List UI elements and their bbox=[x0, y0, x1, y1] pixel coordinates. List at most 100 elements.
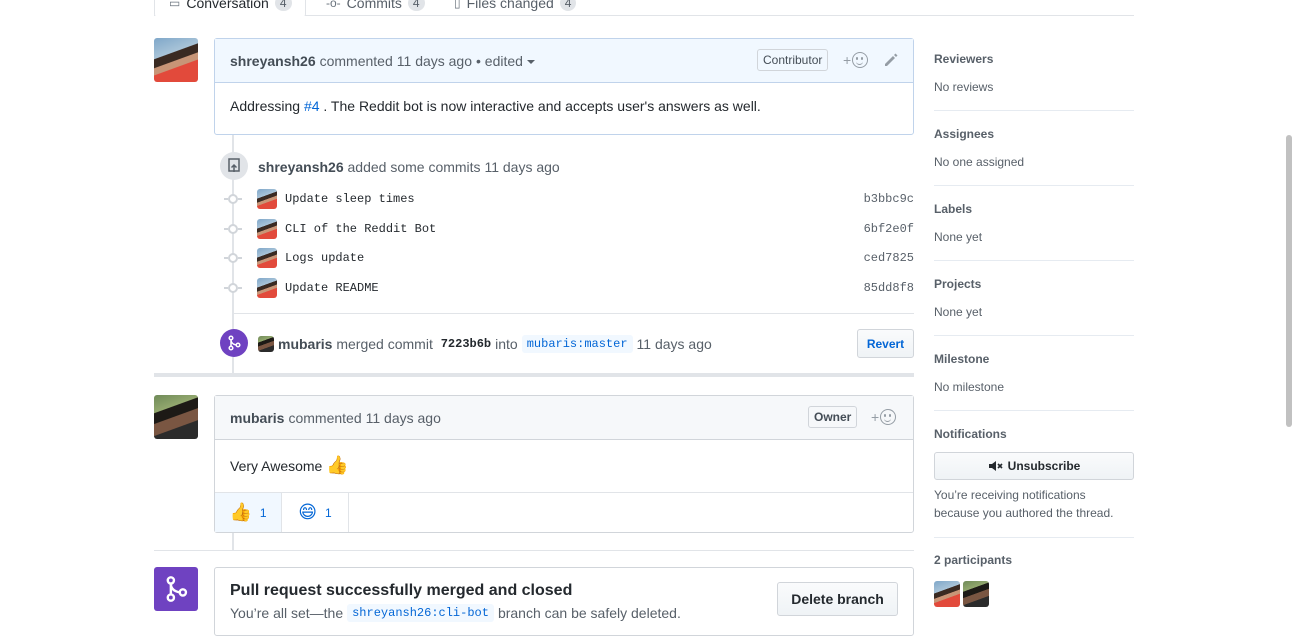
sidebar-heading[interactable]: Labels bbox=[934, 202, 1134, 216]
event-time[interactable]: 11 days ago bbox=[484, 159, 559, 175]
sidebar-heading[interactable]: Milestone bbox=[934, 352, 1134, 366]
sidebar-projects: Projects None yet bbox=[934, 277, 1134, 336]
merged-badge bbox=[220, 329, 248, 357]
comment-mubaris: mubaris commented 11 days ago Owner + Ve… bbox=[214, 395, 914, 533]
reaction-count: 1 bbox=[325, 505, 332, 520]
notification-reason: You’re receiving notifications because y… bbox=[934, 488, 1114, 520]
participant-avatar[interactable] bbox=[963, 581, 989, 607]
comment-time[interactable]: 11 days ago bbox=[366, 410, 441, 426]
commit-row: Update sleep times b3bbc9c bbox=[224, 186, 914, 212]
tab-counter: 4 bbox=[559, 0, 577, 11]
sidebar-value: None yet bbox=[934, 230, 983, 244]
comment-action: commented bbox=[288, 409, 362, 426]
sidebar-notifications: Notifications Unsubscribe You’re receivi… bbox=[934, 427, 1134, 538]
owner-badge: Owner bbox=[808, 406, 858, 428]
comment-discussion-icon: ▭ bbox=[169, 0, 181, 10]
tab-commits[interactable]: -o- Commits 4 bbox=[326, 0, 425, 16]
sidebar-milestone: Milestone No milestone bbox=[934, 352, 1134, 411]
sidebar-assignees: Assignees No one assigned bbox=[934, 127, 1134, 186]
contributor-badge: Contributor bbox=[757, 49, 829, 71]
sidebar-heading[interactable]: Assignees bbox=[934, 127, 1134, 141]
comment-time[interactable]: 11 days ago bbox=[397, 53, 472, 69]
revert-button[interactable]: Revert bbox=[857, 329, 914, 358]
delete-branch-button[interactable]: Delete branch bbox=[777, 582, 898, 616]
sidebar-value: No milestone bbox=[934, 380, 1005, 394]
page-scrollbar[interactable] bbox=[1286, 135, 1292, 427]
git-commit-icon bbox=[224, 194, 242, 204]
commit-message[interactable]: Update sleep times bbox=[285, 192, 415, 206]
subtitle-text: branch can be safely deleted. bbox=[497, 605, 681, 621]
commit-sha[interactable]: ced7825 bbox=[864, 251, 914, 265]
reaction-thumbs-up[interactable]: 👍 1 bbox=[215, 493, 282, 532]
comment-author[interactable]: shreyansh26 bbox=[230, 53, 316, 69]
commit-sha[interactable]: 85dd8f8 bbox=[864, 281, 914, 295]
unsubscribe-label: Unsubscribe bbox=[1007, 459, 1081, 473]
issue-link[interactable]: #4 bbox=[304, 98, 320, 114]
tab-counter: 4 bbox=[407, 0, 425, 11]
edited-dropdown[interactable]: • edited bbox=[476, 53, 535, 69]
pencil-icon[interactable] bbox=[883, 52, 899, 68]
commit-row: Update README 85dd8f8 bbox=[224, 275, 914, 301]
unsubscribe-button[interactable]: Unsubscribe bbox=[934, 452, 1134, 480]
comment-author[interactable]: mubaris bbox=[230, 410, 284, 426]
repo-push-badge bbox=[220, 152, 248, 180]
plus-label: + bbox=[843, 52, 852, 68]
git-commit-icon bbox=[224, 253, 242, 263]
event-author[interactable]: mubaris bbox=[278, 336, 332, 352]
avatar-shreyansh26[interactable] bbox=[154, 38, 198, 82]
sidebar-heading: 2 participants bbox=[934, 553, 1013, 567]
thumbs-up-icon: 👍 bbox=[229, 501, 252, 523]
add-reaction-button[interactable]: + bbox=[843, 52, 869, 68]
commit-row: CLI of the Reddit Bot 6bf2e0f bbox=[224, 216, 914, 242]
event-author[interactable]: shreyansh26 bbox=[258, 159, 344, 175]
sidebar-heading[interactable]: Projects bbox=[934, 277, 1134, 291]
head-branch[interactable]: shreyansh26:cli-bot bbox=[347, 604, 494, 622]
timeline-line bbox=[232, 532, 234, 550]
tab-files-changed[interactable]: ▯ Files changed 4 bbox=[454, 0, 577, 16]
sidebar-value: None yet bbox=[934, 305, 983, 319]
edited-label: • edited bbox=[476, 52, 523, 69]
merge-author-avatar[interactable] bbox=[258, 336, 274, 352]
commit-author-avatar[interactable] bbox=[257, 248, 277, 268]
git-commit-icon bbox=[224, 283, 242, 293]
commit-message[interactable]: Update README bbox=[285, 281, 379, 295]
participant-avatar[interactable] bbox=[934, 581, 960, 607]
base-branch[interactable]: mubaris:master bbox=[521, 335, 633, 353]
reactions-bar: 👍 1 😄 1 bbox=[215, 492, 913, 532]
tab-conversation[interactable]: ▭ Conversation 4 bbox=[154, 0, 306, 17]
timeline-separator bbox=[154, 550, 914, 551]
add-reaction-button[interactable]: + bbox=[871, 409, 897, 425]
git-merge-icon bbox=[166, 576, 188, 602]
sidebar-heading[interactable]: Reviewers bbox=[934, 52, 1134, 66]
commit-icon: -o- bbox=[326, 0, 341, 10]
event-time[interactable]: 11 days ago bbox=[637, 336, 712, 352]
comment-body: Addressing #4 . The Reddit bot is now in… bbox=[215, 83, 913, 129]
sidebar-participants: 2 participants bbox=[934, 553, 1134, 641]
commit-author-avatar[interactable] bbox=[257, 189, 277, 209]
git-merge-icon bbox=[228, 335, 241, 351]
tab-label: Conversation bbox=[186, 0, 269, 11]
pr-tabs: ▭ Conversation 4 -o- Commits 4 ▯ Files c… bbox=[154, 0, 1134, 17]
commit-sha[interactable]: b3bbc9c bbox=[864, 192, 914, 206]
sidebar-reviewers: Reviewers No reviews bbox=[934, 52, 1134, 111]
comment-shreyansh26: shreyansh26 commented 11 days ago • edit… bbox=[214, 38, 914, 135]
timeline-separator bbox=[154, 373, 914, 377]
merge-event-text: mubaris merged commit 7223b6b into mubaris… bbox=[278, 335, 712, 353]
reaction-smile[interactable]: 😄 1 bbox=[282, 493, 349, 532]
commit-author-avatar[interactable] bbox=[257, 219, 277, 239]
git-commit-icon bbox=[224, 224, 242, 234]
sidebar-value: No one assigned bbox=[934, 155, 1025, 169]
commit-sha[interactable]: 6bf2e0f bbox=[864, 222, 914, 236]
commit-message[interactable]: CLI of the Reddit Bot bbox=[285, 222, 436, 236]
commit-row: Logs update ced7825 bbox=[224, 245, 914, 271]
commit-author-avatar[interactable] bbox=[257, 278, 277, 298]
body-text: . The Reddit bot is now interactive and … bbox=[319, 98, 761, 114]
caret-down-icon bbox=[526, 59, 535, 64]
event-divider bbox=[234, 313, 914, 314]
commit-message[interactable]: Logs update bbox=[285, 251, 364, 265]
merge-commit-sha[interactable]: 7223b6b bbox=[441, 337, 491, 351]
avatar-mubaris[interactable] bbox=[154, 395, 198, 439]
tab-label: Files changed bbox=[466, 0, 554, 11]
sidebar-heading: Notifications bbox=[934, 427, 1007, 441]
sidebar-value: No reviews bbox=[934, 80, 994, 94]
